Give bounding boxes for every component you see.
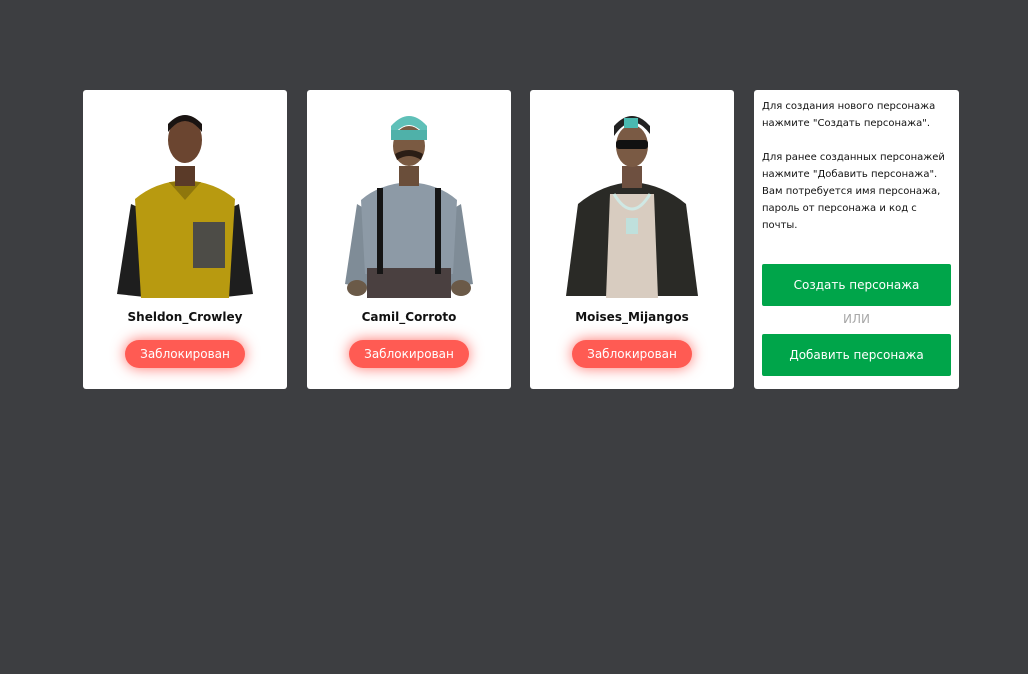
info-card: Для создания нового персонажа нажмите "С… (754, 90, 959, 389)
character-portrait (566, 116, 698, 298)
info-text: Для создания нового персонажа нажмите "С… (762, 98, 954, 234)
character-card-sheldon[interactable]: Sheldon_Crowley Заблокирован (83, 90, 287, 389)
or-label: ИЛИ (843, 312, 870, 326)
blocked-status-button[interactable]: Заблокирован (349, 340, 469, 368)
character-card-moises[interactable]: Moises_Mijangos Заблокирован (530, 90, 734, 389)
create-character-button[interactable]: Создать персонажа (762, 264, 951, 306)
character-portrait (117, 115, 253, 298)
info-paragraph-add: Для ранее созданных персонажей нажмите "… (762, 152, 945, 231)
add-character-button[interactable]: Добавить персонажа (762, 334, 951, 376)
character-card-camil[interactable]: Camil_Corroto Заблокирован (307, 90, 511, 389)
character-name: Sheldon_Crowley (127, 310, 243, 324)
info-paragraph-create: Для создания нового персонажа нажмите "С… (762, 101, 936, 129)
character-portrait (345, 116, 473, 298)
blocked-status-button[interactable]: Заблокирован (572, 340, 692, 368)
character-name: Moises_Mijangos (575, 310, 689, 324)
character-name: Camil_Corroto (361, 310, 457, 324)
blocked-status-button[interactable]: Заблокирован (125, 340, 245, 368)
